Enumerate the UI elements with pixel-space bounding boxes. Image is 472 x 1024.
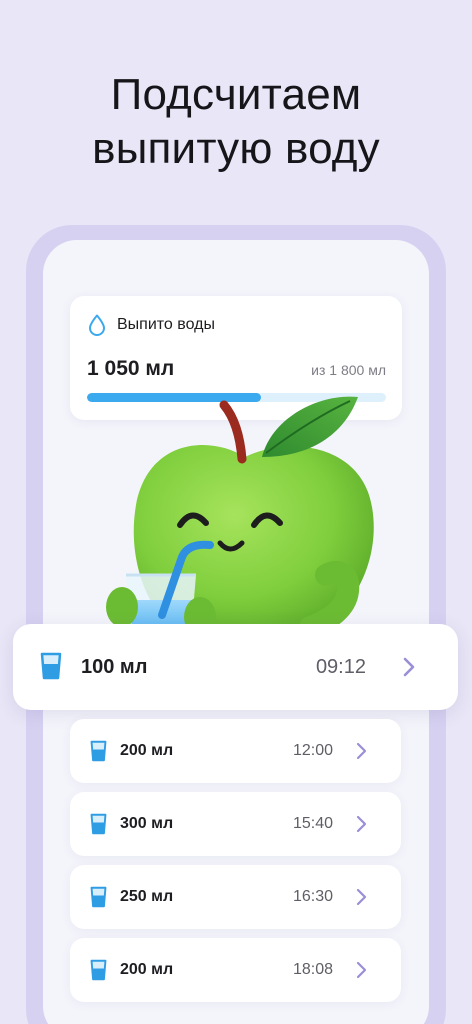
water-glass-icon — [90, 959, 107, 981]
apple-mascot — [106, 396, 374, 645]
entry-time: 16:30 — [292, 888, 333, 905]
entry-volume: 200 мл — [120, 742, 174, 759]
water-glass-icon — [40, 652, 62, 680]
entry-time: 18:08 — [292, 961, 333, 978]
headline-line-2: выпитую воду — [92, 124, 380, 173]
chevron-right-icon — [356, 888, 367, 906]
water-glass-icon — [90, 740, 107, 762]
chevron-right-icon — [403, 657, 415, 677]
chevron-right-icon — [356, 961, 367, 979]
water-glass-icon — [90, 813, 107, 835]
water-entry[interactable]: 200 мл 12:00 — [70, 719, 401, 783]
water-drop-icon — [89, 314, 105, 336]
headline: Подсчитаем выпитую воду — [0, 68, 472, 176]
water-goal: из 1 800 мл — [311, 362, 386, 378]
water-amount: 1 050 мл — [87, 357, 175, 380]
entry-volume: 100 мл — [81, 656, 148, 678]
entry-time: 15:40 — [292, 815, 333, 832]
entry-volume: 250 мл — [120, 888, 174, 905]
entry-time: 12:00 — [292, 742, 333, 759]
water-card-title: Выпито воды — [117, 316, 215, 333]
headline-line-1: Подсчитаем — [110, 70, 362, 119]
entry-volume: 200 мл — [120, 961, 174, 978]
entry-volume: 300 мл — [120, 815, 174, 832]
chevron-right-icon — [356, 742, 367, 760]
water-entry[interactable]: 200 мл 18:08 — [70, 938, 401, 1002]
water-entry-highlighted[interactable]: 100 мл 09:12 — [13, 624, 458, 710]
chevron-right-icon — [356, 815, 367, 833]
water-glass-icon — [90, 886, 107, 908]
water-entry[interactable]: 250 мл 16:30 — [70, 865, 401, 929]
water-entry[interactable]: 300 мл 15:40 — [70, 792, 401, 856]
entry-time: 09:12 — [315, 656, 366, 678]
